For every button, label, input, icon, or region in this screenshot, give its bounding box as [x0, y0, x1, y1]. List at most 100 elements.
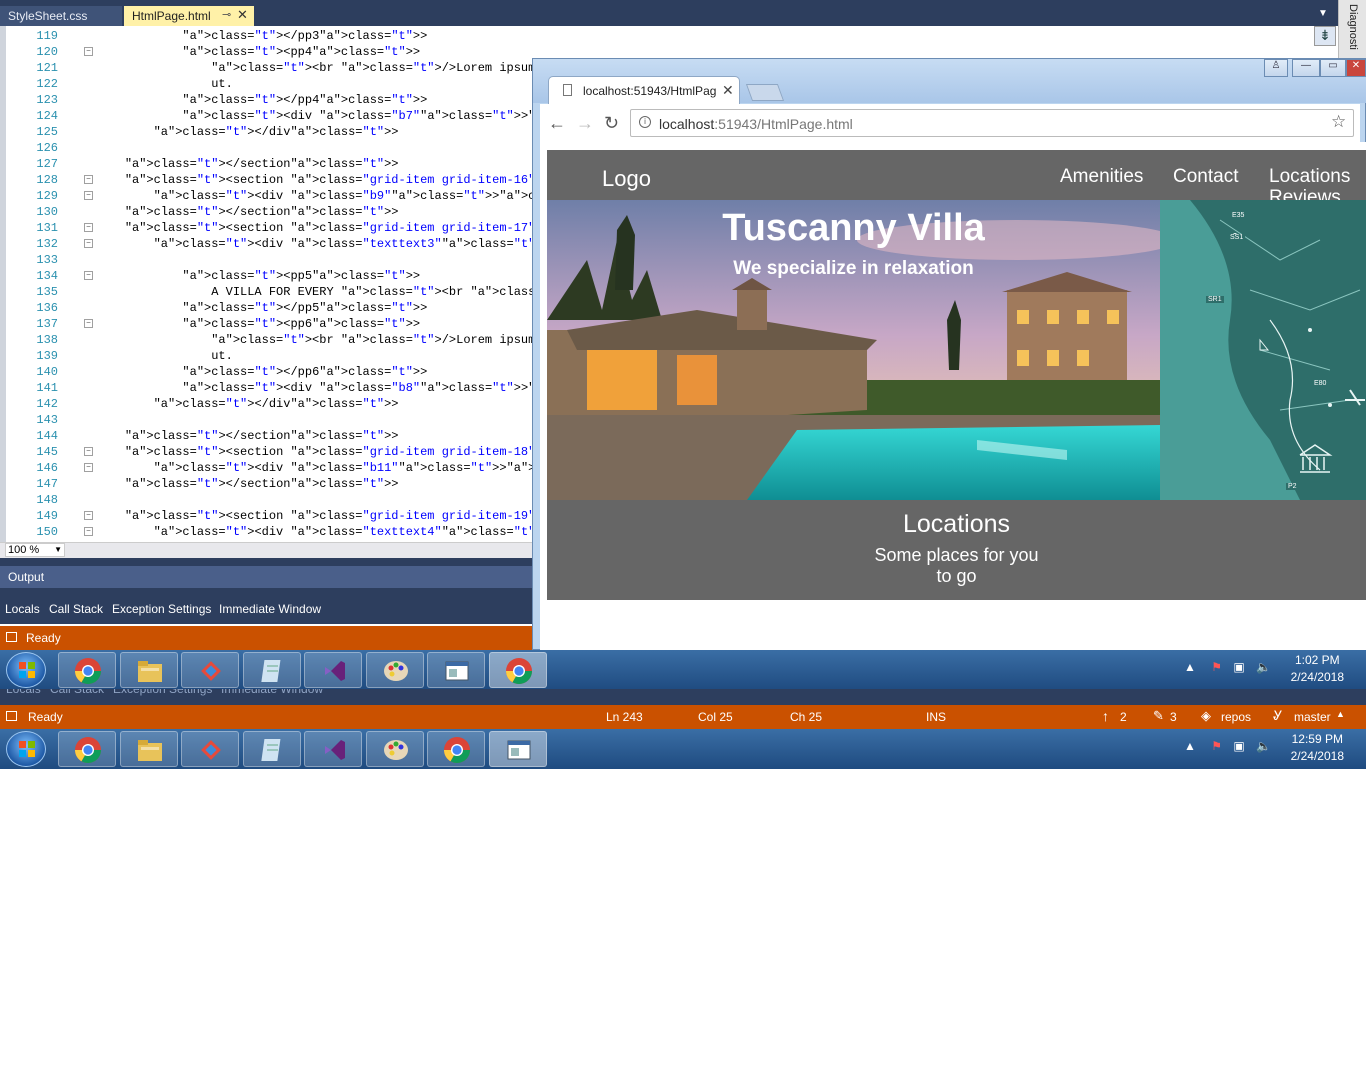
nav-amenities[interactable]: Amenities	[1060, 166, 1143, 188]
tab-stylesheet[interactable]: StyleSheet.css	[0, 6, 122, 26]
tab-exception-settings[interactable]: Exception Settings	[113, 689, 212, 696]
taskbar-paint-button[interactable]	[365, 652, 424, 688]
tab-locals[interactable]: Locals	[5, 602, 40, 616]
tab-immediate-window[interactable]: Immediate Window	[219, 602, 321, 616]
taskbar-file-explorer-button[interactable]	[119, 652, 178, 691]
taskbar-visual-studio-button[interactable]	[304, 652, 362, 688]
code-text: "a">class="t"></pp4"a">class="t">>	[182, 93, 428, 107]
network-icon[interactable]: ▣	[1233, 660, 1244, 674]
fold-toggle-icon[interactable]: −	[84, 527, 93, 536]
network-icon[interactable]: ▣	[1233, 739, 1244, 753]
tab-call-stack[interactable]: Call Stack	[50, 689, 104, 696]
git-icon	[196, 735, 226, 770]
tab-htmlpage[interactable]: HtmlPage.html ⊸ ✕	[124, 6, 254, 26]
line-number: 146	[36, 461, 58, 475]
address-bar[interactable]: localhost:51943/HtmlPage.html	[630, 109, 1354, 137]
tab-immediate-window[interactable]: Immediate Window	[221, 689, 323, 696]
volume-icon[interactable]: 🔈	[1256, 660, 1271, 674]
taskbar-chrome-button[interactable]	[427, 731, 485, 767]
repos-label[interactable]: repos	[1221, 710, 1251, 724]
forward-icon[interactable]: →	[576, 113, 594, 134]
file-explorer-icon	[135, 656, 165, 691]
star-icon[interactable]: ☆	[1331, 112, 1346, 132]
taskbar-window-button[interactable]	[488, 731, 547, 767]
line-number: 125	[36, 125, 58, 139]
back-icon[interactable]: ←	[548, 113, 566, 134]
taskbar-file-explorer-button[interactable]	[119, 731, 178, 767]
fold-toggle-icon[interactable]: −	[84, 191, 93, 200]
line-number: 139	[36, 349, 58, 363]
pin-icon[interactable]: ⊸	[222, 8, 231, 21]
hero-image: Tuscanny Villa We specialize in relaxati…	[547, 200, 1160, 500]
code-line[interactable]: 119 "a">class="t"></pp3"a">class="t">>	[6, 28, 1336, 44]
branch-label[interactable]: master	[1294, 710, 1331, 724]
start-button[interactable]	[6, 652, 46, 688]
chevron-up-icon[interactable]: ▲	[1336, 709, 1345, 719]
output-title[interactable]: Output	[0, 566, 532, 588]
reload-icon[interactable]: ↻	[604, 113, 619, 134]
close-icon[interactable]: ✕	[722, 82, 734, 99]
output-icon	[6, 632, 17, 642]
taskbar-visual-studio-button[interactable]	[304, 731, 362, 767]
clock[interactable]: 12:59 PM 2/24/2018	[1291, 731, 1344, 765]
hero-title: Tuscanny Villa	[722, 207, 985, 249]
taskbar-chrome-button[interactable]	[58, 652, 116, 688]
line-number: 138	[36, 333, 58, 347]
fold-toggle-icon[interactable]: −	[84, 239, 93, 248]
close-button[interactable]: ✕	[1346, 59, 1366, 77]
taskbar-notepad-button[interactable]	[242, 652, 301, 691]
action-center-icon[interactable]: ⚑	[1211, 660, 1222, 674]
profile-icon[interactable]: ♙	[1264, 59, 1288, 77]
new-tab-button[interactable]	[745, 84, 785, 101]
volume-icon[interactable]: 🔈	[1256, 739, 1271, 753]
taskbar-paint-button[interactable]	[365, 731, 424, 767]
show-hidden-icons-icon[interactable]: ▲	[1184, 739, 1196, 753]
zoom-select[interactable]: 100 % ▼	[5, 543, 65, 557]
close-icon[interactable]: ✕	[237, 7, 248, 23]
changes-count[interactable]: 3	[1170, 710, 1177, 724]
clock-time: 1:02 PM	[1294, 653, 1340, 667]
maximize-button[interactable]: ▭	[1320, 59, 1346, 77]
fold-toggle-icon[interactable]: −	[84, 223, 93, 232]
tab-exception-settings[interactable]: Exception Settings	[112, 602, 211, 616]
line-number: 130	[36, 205, 58, 219]
taskbar-git-button[interactable]	[181, 731, 239, 767]
fold-toggle-icon[interactable]: −	[84, 319, 93, 328]
diagnostics-tool-window[interactable]: Diagnosti	[1338, 0, 1366, 60]
fold-toggle-icon[interactable]: −	[84, 271, 93, 280]
browser-tab[interactable]: localhost:51943/HtmlPag	[548, 76, 740, 104]
nav-reviews[interactable]: Reviews	[1269, 187, 1341, 200]
split-editor-icon[interactable]: ⇟	[1314, 26, 1336, 46]
push-count[interactable]: 2	[1120, 710, 1127, 724]
tab-call-stack[interactable]: Call Stack	[49, 602, 103, 616]
repo-icon[interactable]: ◈	[1201, 708, 1211, 724]
fold-toggle-icon[interactable]: −	[84, 463, 93, 472]
tab-locals[interactable]: Locals	[6, 689, 41, 696]
minimize-button[interactable]: —	[1292, 59, 1320, 77]
fold-toggle-icon[interactable]: −	[84, 511, 93, 520]
notepad-icon	[258, 656, 288, 691]
info-icon[interactable]: i	[639, 116, 651, 128]
taskbar-git-button[interactable]	[181, 652, 239, 688]
taskbar-chrome-button[interactable]	[488, 652, 547, 688]
site-logo[interactable]: Logo	[602, 166, 651, 192]
line-number: 127	[36, 157, 58, 171]
fold-toggle-icon[interactable]: −	[84, 447, 93, 456]
show-hidden-icons-icon[interactable]: ▲	[1184, 660, 1196, 674]
chevron-down-icon[interactable]: ▼	[1318, 8, 1328, 19]
start-button[interactable]	[6, 731, 46, 767]
status-col: Col 25	[698, 710, 733, 724]
fold-toggle-icon[interactable]: −	[84, 175, 93, 184]
line-number: 128	[36, 173, 58, 187]
taskbar-chrome-button[interactable]	[58, 731, 116, 767]
pencil-icon[interactable]: ✎	[1153, 708, 1164, 724]
action-center-icon[interactable]: ⚑	[1211, 739, 1222, 753]
branch-icon[interactable]: Ꮍ	[1273, 708, 1283, 724]
nav-locations[interactable]: Locations	[1269, 166, 1350, 188]
arrow-up-icon[interactable]: ↑	[1102, 708, 1109, 724]
taskbar-window-button[interactable]	[427, 652, 485, 688]
fold-toggle-icon[interactable]: −	[84, 47, 93, 56]
nav-contact[interactable]: Contact	[1173, 166, 1238, 188]
taskbar-notepad-button[interactable]	[242, 731, 301, 767]
clock[interactable]: 1:02 PM 2/24/2018	[1291, 652, 1344, 686]
